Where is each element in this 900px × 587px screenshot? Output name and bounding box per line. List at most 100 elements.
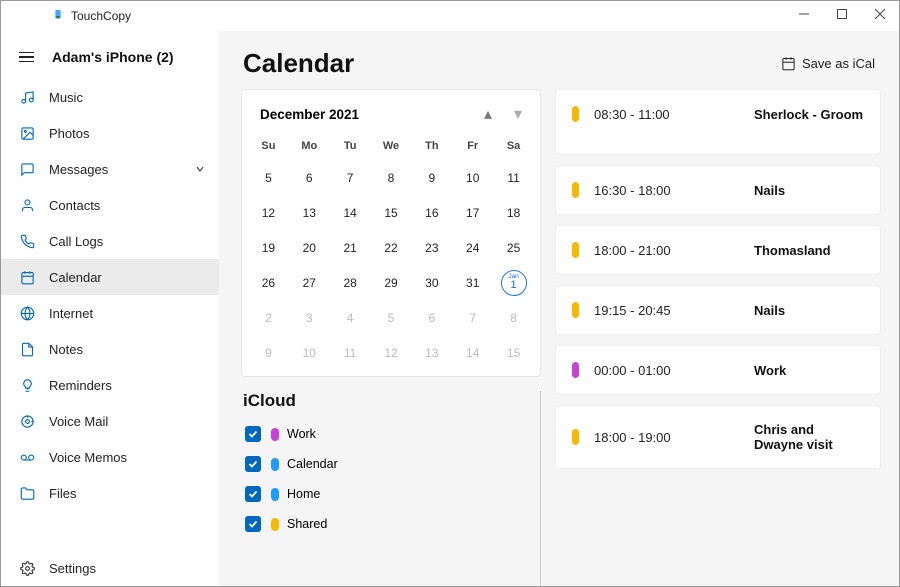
category-work[interactable]: Work: [241, 419, 524, 449]
calendar-day[interactable]: 25: [493, 230, 534, 265]
event-time: 18:00 - 21:00: [594, 243, 744, 258]
category-calendar[interactable]: Calendar: [241, 449, 524, 479]
sidebar-item-photos[interactable]: Photos: [1, 115, 219, 151]
folder-icon: [19, 485, 35, 501]
category-shared[interactable]: Shared: [241, 509, 524, 539]
sidebar-item-internet[interactable]: Internet: [1, 295, 219, 331]
calendar-day[interactable]: 27: [289, 265, 330, 300]
title-bar: TouchCopy: [1, 1, 899, 31]
sidebar-item-voicememos[interactable]: Voice Memos: [1, 439, 219, 475]
messages-icon: [19, 161, 35, 177]
next-month-button[interactable]: ▾: [514, 104, 522, 124]
calendar-day[interactable]: 15: [371, 195, 412, 230]
calendar-day[interactable]: 4: [330, 300, 371, 335]
sidebar-item-music[interactable]: Music: [1, 79, 219, 115]
hamburger-icon[interactable]: [19, 52, 34, 63]
calendar-day[interactable]: 10: [452, 160, 493, 195]
event-color-pill: [572, 362, 579, 378]
event-list[interactable]: 08:30 - 11:00 Sherlock - Groom 16:30 - 1…: [555, 89, 891, 586]
checkbox-icon[interactable]: [245, 456, 261, 472]
calendar-day[interactable]: 12: [371, 335, 412, 370]
app-title: TouchCopy: [71, 9, 131, 23]
calendar-day[interactable]: 12: [248, 195, 289, 230]
save-label: Save as iCal: [802, 56, 875, 71]
phone-icon: [19, 233, 35, 249]
calendar-day[interactable]: 8: [371, 160, 412, 195]
calendar-day[interactable]: 16: [411, 195, 452, 230]
calendar-day[interactable]: 31: [452, 265, 493, 300]
calendar-day[interactable]: 6: [289, 160, 330, 195]
event-row[interactable]: 19:15 - 20:45 Nails: [555, 285, 881, 335]
calendar-day[interactable]: 24: [452, 230, 493, 265]
calendar-day[interactable]: 11: [493, 160, 534, 195]
mini-calendar: December 2021 ▴ ▾ SuMoTuWeThFrSa56789101…: [241, 89, 541, 377]
sidebar-item-label: Reminders: [49, 378, 112, 393]
window-maximize-button[interactable]: [823, 1, 861, 27]
calendar-day[interactable]: 14: [330, 195, 371, 230]
event-row[interactable]: 08:30 - 11:00 Sherlock - Groom: [555, 89, 881, 155]
calendar-day[interactable]: 9: [411, 160, 452, 195]
sidebar-item-reminders[interactable]: Reminders: [1, 367, 219, 403]
sidebar-item-files[interactable]: Files: [1, 475, 219, 511]
calendar-day[interactable]: Jan1: [493, 265, 534, 300]
calendar-day[interactable]: 29: [371, 265, 412, 300]
calendar-day[interactable]: 17: [452, 195, 493, 230]
calendar-day[interactable]: 3: [289, 300, 330, 335]
calendar-day[interactable]: 2: [248, 300, 289, 335]
app-logo-icon: [51, 9, 65, 23]
calendar-day[interactable]: 18: [493, 195, 534, 230]
category-home[interactable]: Home: [241, 479, 524, 509]
sidebar-item-voicemail[interactable]: Voice Mail: [1, 403, 219, 439]
calendar-day[interactable]: 8: [493, 300, 534, 335]
calendar-day[interactable]: 15: [493, 335, 534, 370]
calendar-day[interactable]: 30: [411, 265, 452, 300]
device-selector[interactable]: Adam's iPhone (2): [1, 41, 219, 79]
calendar-day[interactable]: 10: [289, 335, 330, 370]
calendar-day[interactable]: 5: [248, 160, 289, 195]
calendar-day[interactable]: 20: [289, 230, 330, 265]
category-color-dot: [271, 488, 279, 501]
sidebar-item-calendar[interactable]: Calendar: [1, 259, 219, 295]
calendar-day[interactable]: 14: [452, 335, 493, 370]
music-icon: [19, 89, 35, 105]
event-row[interactable]: 18:00 - 19:00 Chris and Dwayne visit: [555, 405, 881, 469]
sidebar-item-call-logs[interactable]: Call Logs: [1, 223, 219, 259]
event-title: Nails: [754, 183, 864, 198]
checkbox-icon[interactable]: [245, 486, 261, 502]
event-title: Sherlock - Groom: [754, 107, 864, 122]
category-label: Home: [287, 487, 320, 501]
calendar-day[interactable]: 23: [411, 230, 452, 265]
calendar-day[interactable]: 13: [411, 335, 452, 370]
calendar-day[interactable]: 11: [330, 335, 371, 370]
event-title: Chris and Dwayne visit: [754, 422, 864, 452]
window-minimize-button[interactable]: [785, 1, 823, 27]
event-row[interactable]: 16:30 - 18:00 Nails: [555, 165, 881, 215]
calendar-day[interactable]: 26: [248, 265, 289, 300]
memos-icon: [19, 449, 35, 465]
event-row[interactable]: 00:00 - 01:00 Work: [555, 345, 881, 395]
calendar-day[interactable]: 21: [330, 230, 371, 265]
prev-month-button[interactable]: ▴: [484, 104, 492, 124]
calendar-day[interactable]: 5: [371, 300, 412, 335]
save-as-ical-button[interactable]: Save as iCal: [781, 56, 875, 71]
calendar-day[interactable]: 28: [330, 265, 371, 300]
calendar-day[interactable]: 13: [289, 195, 330, 230]
checkbox-icon[interactable]: [245, 516, 261, 532]
window-close-button[interactable]: [861, 1, 899, 27]
sidebar-item-label: Voice Mail: [49, 414, 108, 429]
calendar-day[interactable]: 7: [452, 300, 493, 335]
calendar-day[interactable]: 6: [411, 300, 452, 335]
checkbox-icon[interactable]: [245, 426, 261, 442]
note-icon: [19, 341, 35, 357]
sidebar-item-settings[interactable]: Settings: [1, 550, 219, 586]
voicemail-icon: [19, 413, 35, 429]
sidebar-item-contacts[interactable]: Contacts: [1, 187, 219, 223]
calendar-day[interactable]: 7: [330, 160, 371, 195]
gear-icon: [19, 560, 35, 576]
sidebar-item-messages[interactable]: Messages: [1, 151, 219, 187]
event-row[interactable]: 18:00 - 21:00 Thomasland: [555, 225, 881, 275]
calendar-day[interactable]: 22: [371, 230, 412, 265]
calendar-day[interactable]: 9: [248, 335, 289, 370]
calendar-day[interactable]: 19: [248, 230, 289, 265]
sidebar-item-notes[interactable]: Notes: [1, 331, 219, 367]
